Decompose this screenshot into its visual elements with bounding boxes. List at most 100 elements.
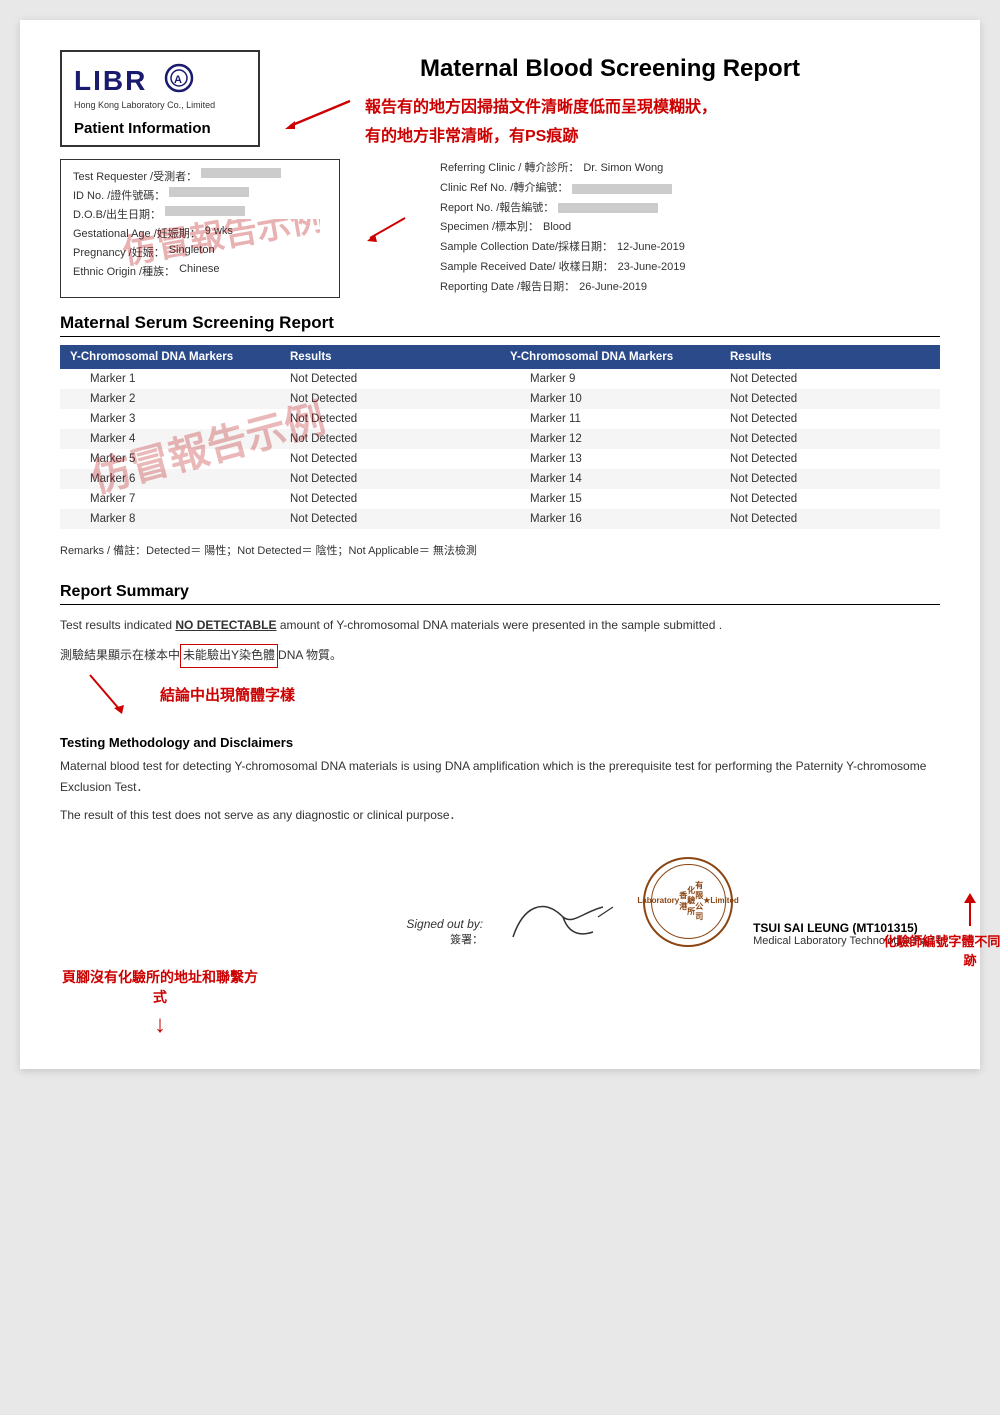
col1-header: Y-Chromosomal DNA Markers [60,345,280,369]
requester-value [201,168,281,178]
table-row: Marker 1Not DetectedMarker 9Not Detected [60,369,940,389]
result-left: Not Detected [280,449,500,469]
patient-row-ethnic: Ethnic Origin /種族： Chinese [73,263,327,279]
down-arrow-icon: ↓ [60,1011,260,1039]
summary-section: Report Summary Test results indicated NO… [60,583,940,720]
clinic-value: Dr. Simon Wong [583,159,663,179]
header-section: LIBR A Hong Kong Laboratory Co., Limited… [60,50,940,149]
chinese-before: 測驗結果顯示在樣本中 [60,645,180,667]
annotation-line2: 有的地方非常清晰，有PS痕跡 [365,125,717,149]
svg-text:A: A [174,74,184,86]
result-right: Not Detected [720,509,940,529]
chinese-highlighted: 未能驗出Y染色體 [180,644,278,668]
table-row: Marker 4Not DetectedMarker 12Not Detecte… [60,429,940,449]
result-left: Not Detected [280,509,500,529]
methodology-section: Testing Methodology and Disclaimers Mate… [60,735,940,827]
patient-row-clinic-ref: Clinic Ref No. /轉介編號： [440,179,940,199]
table-row: Marker 3Not DetectedMarker 11Not Detecte… [60,409,940,429]
marker-left: Marker 6 [60,469,280,489]
col2-header: Results [280,345,500,369]
patient-row-id: ID No. /證件號碼： [73,187,327,203]
table-row: Marker 8Not DetectedMarker 16Not Detecte… [60,509,940,529]
methodology-title: Testing Methodology and Disclaimers [60,735,940,750]
marker-right: Marker 12 [500,429,720,449]
svg-text:LIBR: LIBR [74,65,147,96]
summary-text-part1: Test results indicated [60,618,175,632]
methodology-text2: The result of this test does not serve a… [60,805,940,827]
remarks-row: Remarks / 備註：Detected＝ 陽性；Not Detected＝ … [60,537,940,563]
chinese-annotation: 結論中出現簡體字樣 [160,684,295,705]
result-right: Not Detected [720,409,940,429]
marker-left: Marker 8 [60,509,280,529]
col3-header: Y-Chromosomal DNA Markers [500,345,720,369]
patient-section: Test Requester /受測者： ID No. /證件號碼： D.O.B… [60,159,940,298]
received-date-value: 23-June-2019 [618,258,686,278]
patient-right-box: Referring Clinic / 轉介診所： Dr. Simon Wong … [440,159,940,298]
patient-row-report-no: Report No. /報告編號： [440,199,940,219]
marker-left: Marker 3 [60,409,280,429]
result-left: Not Detected [280,489,500,509]
summary-text-block: Test results indicated NO DETECTABLE amo… [60,615,940,637]
patient-row-specimen: Specimen /標本別： Blood [440,218,940,238]
table-header-row: Y-Chromosomal DNA Markers Results Y-Chro… [60,345,940,369]
marker-left: Marker 4 [60,429,280,449]
logo-text: LIBR A [74,60,246,98]
result-left: Not Detected [280,389,500,409]
markers-table: Y-Chromosomal DNA Markers Results Y-Chro… [60,345,940,529]
report-no-value [558,203,658,213]
marker-left: Marker 5 [60,449,280,469]
result-left: Not Detected [280,469,500,489]
marker-right: Marker 11 [500,409,720,429]
patient-row-collection: Sample Collection Date/採樣日期： 12-June-201… [440,238,940,258]
patient-row-reporting: Reporting Date /報告日期： 26-June-2019 [440,278,940,298]
chinese-after: DNA 物質。 [278,645,342,667]
result-right: Not Detected [720,369,940,389]
marker-right: Marker 9 [500,369,720,389]
logo-svg: LIBR A [74,60,194,98]
marker-right: Marker 14 [500,469,720,489]
title-block: Maternal Blood Screening Report 報告有的地方因掃… [260,50,940,149]
summary-bold: NO DETECTABLE [175,618,276,632]
summary-text-part2: amount of Y-chromosomal DNA materials we… [277,618,723,632]
chinese-summary: 測驗結果顯示在樣本中 未能驗出Y染色體 DNA 物質。 [60,644,342,668]
result-right: Not Detected [720,469,940,489]
signed-out-label: Signed out by: [406,917,483,931]
right-annotation: 化驗師編號字體不同，有PS痕跡 [880,931,1000,969]
company-name: Hong Kong Laboratory Co., Limited [74,100,246,110]
gestational-value: 9 wks [205,225,233,241]
table-row: Marker 2Not DetectedMarker 10Not Detecte… [60,389,940,409]
bottom-annotations: 頁腳沒有化驗所的地址和聯繫方式 ↓ [60,967,940,1039]
signature-image [503,887,623,947]
methodology-text1: Maternal blood test for detecting Y-chro… [60,756,940,799]
signature-svg-icon [503,887,623,947]
clinic-ref-value [572,184,672,194]
result-right: Not Detected [720,389,940,409]
page-wrapper: LIBR A Hong Kong Laboratory Co., Limited… [20,20,980,1069]
dob-value [165,206,245,216]
patient-left-box: Test Requester /受測者： ID No. /證件號碼： D.O.B… [60,159,340,298]
patient-row-requester: Test Requester /受測者： [73,168,327,184]
patient-row-received: Sample Received Date/ 收樣日期： 23-June-2019 [440,258,940,278]
arrow-chinese-icon [60,670,160,720]
specimen-value: Blood [543,218,571,238]
signature-left-block: Signed out by: 簽署： [406,917,483,947]
markers-table-container: Y-Chromosomal DNA Markers Results Y-Chro… [60,345,940,529]
result-right: Not Detected [720,429,940,449]
result-right: Not Detected [720,449,940,469]
collection-date-value: 12-June-2019 [617,238,685,258]
reporting-date-value: 26-June-2019 [579,278,647,298]
marker-left: Marker 1 [60,369,280,389]
patient-row-gestational: Gestational Age /妊娠期： 9 wks [73,225,327,241]
summary-title: Report Summary [60,583,940,605]
table-row: Marker 7Not DetectedMarker 15Not Detecte… [60,489,940,509]
ethnic-value: Chinese [179,263,219,279]
id-value [169,187,249,197]
table-row: Marker 5Not DetectedMarker 13Not Detecte… [60,449,940,469]
marker-left: Marker 7 [60,489,280,509]
main-title: Maternal Blood Screening Report [280,55,940,83]
result-left: Not Detected [280,429,500,449]
lab-stamp: Laboratory 香港 化驗所 有限公司 ★ Limited [643,857,733,947]
logo-block: LIBR A Hong Kong Laboratory Co., Limited… [60,50,260,147]
bottom-left-text: 頁腳沒有化驗所的地址和聯繫方式 [62,969,258,1005]
qianzheng-label: 簽署： [406,931,483,947]
